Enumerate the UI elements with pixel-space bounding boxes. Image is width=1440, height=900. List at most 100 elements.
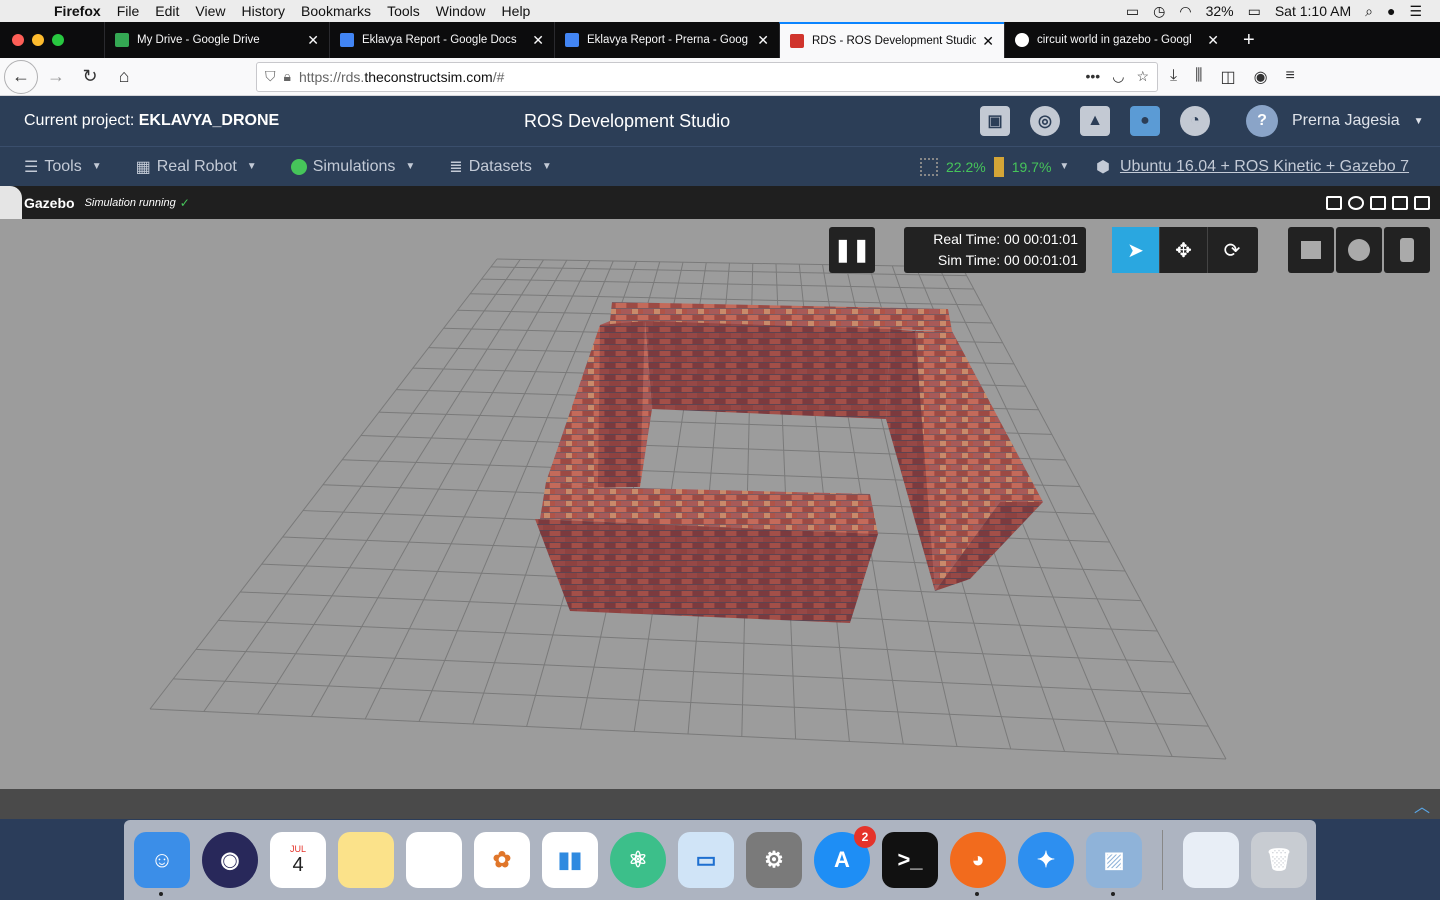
menu-simulations-dropdown[interactable]: Simulations ▼ [290, 158, 415, 176]
maximize-icon[interactable] [1392, 195, 1408, 210]
preview-icon[interactable]: ▨ [1086, 832, 1142, 896]
chevron-up-icon[interactable]: ︿ [1414, 793, 1430, 817]
siri-icon[interactable]: ◉ [202, 832, 258, 888]
menu-file[interactable]: File [109, 3, 148, 19]
pocket-icon[interactable]: ◡ [1112, 68, 1124, 85]
minimize-window-button[interactable] [32, 34, 44, 46]
sphere-shape-icon[interactable] [1336, 227, 1382, 273]
back-button[interactable]: ← [4, 59, 38, 94]
safari-icon[interactable]: ✦ [1018, 832, 1074, 888]
google-docs-icon [565, 33, 579, 47]
clock-icon[interactable]: ◔ [1180, 106, 1210, 136]
minimize-icon[interactable] [1370, 195, 1386, 210]
tab-google-search[interactable]: circuit world in gazebo - Googl ✕ [1004, 22, 1229, 58]
firefox-icon[interactable]: ◕ [950, 832, 1006, 896]
sidebar-icon[interactable]: ◫ [1220, 67, 1235, 87]
help-avatar-icon[interactable]: ? [1246, 105, 1278, 137]
tab-my-drive[interactable]: My Drive - Google Drive ✕ [104, 22, 329, 58]
menu-window[interactable]: Window [428, 3, 494, 19]
notes-icon[interactable] [338, 832, 394, 888]
gazebo-bottom-bar: ︿ [0, 789, 1440, 819]
box-shape-icon[interactable] [1288, 227, 1334, 273]
environment-selector[interactable]: ⬢ Ubuntu 16.04 + ROS Kinetic + Gazebo 7 [1096, 157, 1409, 177]
gazebo-panel-header: Gazebo Simulation running ✓ [0, 186, 1440, 241]
tab-eklavya-prerna[interactable]: Eklavya Report - Prerna - Goog ✕ [554, 22, 779, 58]
home-button[interactable]: ⌂ [108, 61, 140, 93]
wifi-icon[interactable]: ◠ [1179, 3, 1191, 20]
close-tab-icon[interactable]: ✕ [757, 32, 769, 49]
pause-button[interactable]: ❚❚ [829, 227, 875, 273]
finder-icon[interactable]: ☺ [134, 832, 190, 896]
chat-icon[interactable]: ● [1130, 106, 1160, 136]
close-window-button[interactable] [12, 34, 24, 46]
menu-tools-dropdown[interactable]: ☰ Tools ▼ [24, 157, 102, 177]
downloads-icon[interactable]: ⤓ [1170, 67, 1177, 87]
close-tab-icon[interactable]: ✕ [532, 32, 544, 49]
cylinder-shape-icon[interactable] [1384, 227, 1430, 273]
globe-icon[interactable]: ◎ [1030, 106, 1060, 136]
trash-icon[interactable]: 🗑︎ [1251, 832, 1307, 888]
tab-eklavya-docs[interactable]: Eklavya Report - Google Docs ✕ [329, 22, 554, 58]
resource-usage[interactable]: 22.2% 19.7% ▼ [920, 156, 1069, 177]
graduation-cap-icon[interactable]: ▲ [1080, 106, 1110, 136]
user-menu[interactable]: ? Prerna Jagesia ▼ [1246, 105, 1424, 137]
gazebo-3d-viewport[interactable]: ❚❚ Real Time: 00 00:01:01 Sim Time: 00 0… [0, 219, 1440, 789]
select-mode-arrow-icon[interactable]: ➤ [1112, 227, 1160, 273]
airplay-icon[interactable]: ▭ [1126, 3, 1139, 20]
menu-datasets-dropdown[interactable]: ≣ Datasets ▼ [449, 157, 551, 177]
lock-icon[interactable]: 🔒︎ [284, 68, 291, 85]
spotlight-icon[interactable]: ⌕ [1365, 3, 1373, 20]
menu-edit[interactable]: Edit [147, 3, 187, 19]
translate-mode-icon[interactable]: ✥ [1160, 227, 1208, 273]
forward-button[interactable]: → [40, 61, 72, 93]
menu-app-firefox[interactable]: Firefox [50, 3, 109, 19]
close-tab-icon[interactable]: ✕ [1207, 32, 1219, 49]
save-icon[interactable]: ▣ [980, 106, 1010, 136]
battery-percent[interactable]: 32% [1206, 3, 1234, 19]
account-icon[interactable]: ◉ [1254, 67, 1268, 87]
system-preferences-icon[interactable]: ⚙ [746, 832, 802, 888]
menu-help[interactable]: Help [494, 3, 539, 19]
menu-real-robot-dropdown[interactable]: ▦ Real Robot ▼ [136, 157, 257, 177]
bookmark-star-icon[interactable]: ☆ [1136, 68, 1149, 85]
menu-view[interactable]: View [187, 3, 233, 19]
terminal-icon[interactable]: >_ [882, 832, 938, 888]
notification-center-icon[interactable]: ☰ [1409, 3, 1422, 20]
library-icon[interactable]: ⫼ [1195, 67, 1202, 87]
environment-label[interactable]: Ubuntu 16.04 + ROS Kinetic + Gazebo 7 [1120, 158, 1409, 176]
dock-separator [1162, 830, 1163, 890]
tab-rds[interactable]: RDS - ROS Development Studio ✕ [779, 22, 1004, 58]
tab-label: circuit world in gazebo - Googl [1037, 34, 1192, 46]
menu-bookmarks[interactable]: Bookmarks [293, 3, 379, 19]
photos-icon[interactable]: ✿ [474, 832, 530, 888]
battery-icon[interactable]: ▭ [1248, 3, 1261, 20]
menu-history[interactable]: History [233, 3, 293, 19]
atom-icon[interactable]: ⚛ [610, 832, 666, 888]
cpu-usage: 22.2% [946, 158, 986, 175]
siri-icon[interactable]: ● [1387, 3, 1395, 19]
reminders-icon[interactable] [406, 832, 462, 888]
close-tab-icon[interactable]: ✕ [982, 33, 994, 50]
menu-label: Real Robot [156, 157, 237, 175]
close-tab-icon[interactable]: ✕ [307, 32, 319, 49]
zoom-window-button[interactable] [52, 34, 64, 46]
clock[interactable]: Sat 1:10 AM [1275, 3, 1351, 19]
page-actions-icon[interactable]: ••• [1086, 68, 1101, 85]
app-store-icon[interactable]: A2 [814, 826, 876, 888]
reload-button[interactable]: ↻ [74, 61, 106, 93]
keynote-icon[interactable]: ▭ [678, 832, 734, 888]
restore-window-icon[interactable] [1326, 195, 1342, 210]
time-machine-icon[interactable]: ◷ [1153, 3, 1165, 20]
close-panel-icon[interactable] [1414, 195, 1430, 210]
refresh-icon[interactable] [1348, 195, 1364, 210]
numbers-icon[interactable]: ▮▮ [542, 832, 598, 888]
hamburger-menu-icon[interactable]: ≡ [1286, 67, 1295, 87]
cpu-icon [920, 157, 938, 176]
new-tab-button[interactable]: + [1229, 22, 1269, 58]
url-bar[interactable]: ⛉ 🔒︎ https://rds. theconstructsim.com/# •… [256, 61, 1158, 92]
documents-folder-icon[interactable] [1183, 832, 1239, 888]
calendar-icon[interactable]: JUL 4 [270, 832, 326, 888]
menu-tools[interactable]: Tools [379, 3, 428, 19]
shield-icon[interactable]: ⛉ [265, 68, 276, 85]
rotate-mode-icon[interactable]: ⟳ [1208, 227, 1256, 273]
